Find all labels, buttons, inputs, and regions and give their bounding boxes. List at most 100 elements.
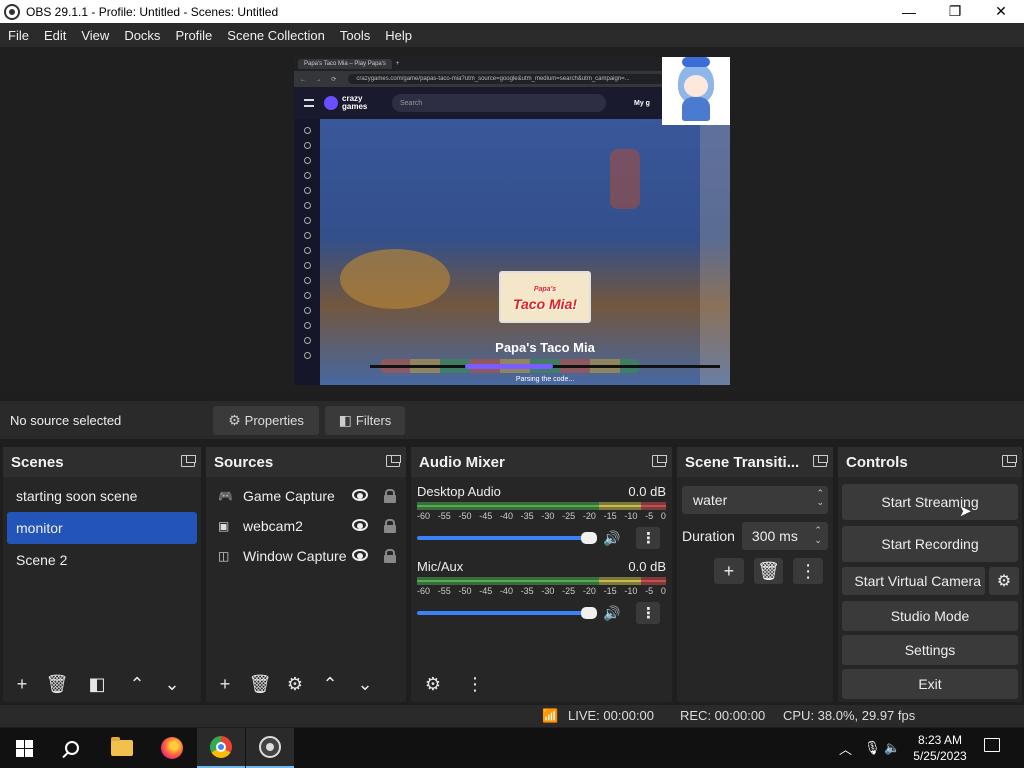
menu-docks[interactable]: Docks xyxy=(124,28,160,43)
controls-header: Controls xyxy=(838,447,1022,477)
menu-tools[interactable]: Tools xyxy=(340,28,370,43)
undock-icon[interactable] xyxy=(652,455,667,467)
source-item[interactable]: ▣ webcam2 xyxy=(206,511,406,541)
game-logo-small: Papa's xyxy=(533,286,557,293)
menu-bar: File Edit View Docks Profile Scene Colle… xyxy=(0,23,1024,47)
properties-button[interactable]: ⚙ Properties xyxy=(213,406,319,435)
scene-item-selected[interactable]: monitor xyxy=(7,512,197,544)
lock-icon[interactable] xyxy=(384,549,396,563)
menu-profile[interactable]: Profile xyxy=(175,28,212,43)
channel-menu-button[interactable]: ⋮ xyxy=(636,527,661,549)
volume-slider[interactable] xyxy=(417,532,597,544)
mouse-cursor-icon: ➤ xyxy=(959,503,972,520)
preview-browser-tab: Papa's Taco Mia – Play Papa's xyxy=(298,59,392,69)
eye-icon[interactable] xyxy=(352,489,368,501)
undock-icon[interactable] xyxy=(813,455,828,467)
move-up-button[interactable]: ⌃ xyxy=(121,670,153,698)
channel-menu-button[interactable]: ⋮ xyxy=(636,602,661,624)
scene-filters-button[interactable]: ◧ xyxy=(81,670,113,698)
transition-select[interactable]: water ⌃ ⌄ xyxy=(682,486,828,514)
microphone-icon[interactable]: 🎙 xyxy=(864,728,881,768)
remove-scene-button[interactable]: 🗑 xyxy=(41,670,73,698)
start-button[interactable] xyxy=(0,728,48,768)
tray-chevron-icon[interactable]: ︿ xyxy=(839,728,852,768)
start-streaming-button[interactable]: Start Streaming xyxy=(842,484,1018,520)
settings-button[interactable]: Settings xyxy=(842,635,1018,665)
controls-dock: Controls Start Streaming Start Recording… xyxy=(838,447,1022,702)
speaker-icon[interactable]: 🔊 xyxy=(603,530,620,547)
window-title: OBS 29.1.1 - Profile: Untitled - Scenes:… xyxy=(26,4,279,19)
game-title: Papa's Taco Mia xyxy=(495,340,595,355)
sources-header: Sources xyxy=(206,447,406,477)
meter-ticks: -60 -55 -50 -45 -40 -35 -30 -25 -20 -15 -10 -5 0 xyxy=(417,511,666,521)
undock-icon[interactable] xyxy=(386,455,401,467)
preview-area[interactable]: Papa's Taco Mia – Play Papa's + ← → ⟳ cra… xyxy=(0,47,1024,393)
studio-mode-button[interactable]: Studio Mode xyxy=(842,601,1018,631)
meter-ticks: -60 -55 -50 -45 -40 -35 -30 -25 -20 -15 -10 -5 0 xyxy=(417,586,666,596)
game-logo-card: Papa's Taco Mia! xyxy=(499,271,591,323)
volume-meter xyxy=(417,577,666,585)
add-source-button[interactable]: + xyxy=(209,670,241,698)
notification-icon[interactable] xyxy=(984,738,1000,752)
start-recording-button[interactable]: Start Recording xyxy=(842,526,1018,562)
menu-file[interactable]: File xyxy=(8,28,29,43)
program-preview[interactable]: Papa's Taco Mia – Play Papa's + ← → ⟳ cra… xyxy=(294,57,730,385)
undock-icon[interactable] xyxy=(181,455,196,467)
scene-item[interactable]: Scene 2 xyxy=(7,544,197,576)
undock-icon[interactable] xyxy=(1002,455,1017,467)
transition-menu-button[interactable]: ⋮ xyxy=(793,558,824,584)
sources-dock: Sources 🎮 Game Capture ▣ webcam2 ◫ Windo… xyxy=(206,447,406,702)
menu-edit[interactable]: Edit xyxy=(44,28,66,43)
source-properties-button[interactable]: ⚙ xyxy=(279,670,311,698)
obs-taskbar-button[interactable] xyxy=(246,728,294,768)
virtual-camera-settings-gear-icon[interactable]: ⚙ xyxy=(989,567,1019,595)
move-down-button[interactable]: ⌄ xyxy=(156,670,188,698)
menu-scene-collection[interactable]: Scene Collection xyxy=(227,28,325,43)
webcam-overlay xyxy=(662,57,730,125)
speaker-icon[interactable]: 🔊 xyxy=(603,605,620,622)
lock-icon[interactable] xyxy=(384,489,396,503)
firefox-icon xyxy=(161,737,183,759)
file-explorer-button[interactable] xyxy=(98,728,146,768)
source-item[interactable]: ◫ Window Capture xyxy=(206,541,406,571)
gamepad-icon: 🎮 xyxy=(218,489,233,503)
mixer-channel-desktop: Desktop Audio 0.0 dB -60 -55 -50 -45 -40 -35-… xyxy=(411,477,672,552)
remove-transition-button[interactable]: 🗑 xyxy=(753,558,784,584)
volume-slider[interactable] xyxy=(417,607,597,619)
firefox-button[interactable] xyxy=(148,728,196,768)
channel-level: 0.0 dB xyxy=(628,484,666,499)
move-down-button[interactable]: ⌄ xyxy=(349,670,381,698)
remove-source-button[interactable]: 🗑 xyxy=(244,670,276,698)
maximize-button[interactable]: ❐ xyxy=(932,0,978,23)
menu-help[interactable]: Help xyxy=(385,28,412,43)
exit-button[interactable]: Exit xyxy=(842,669,1018,699)
add-transition-button[interactable]: + xyxy=(714,558,744,584)
source-item[interactable]: 🎮 Game Capture xyxy=(206,481,406,511)
rec-timer: REC: 00:00:00 xyxy=(680,708,766,723)
clock[interactable]: 8:23 AM 5/25/2023 xyxy=(898,732,982,764)
start-virtual-camera-button[interactable]: Start Virtual Camera xyxy=(842,567,985,595)
add-scene-button[interactable]: + xyxy=(6,670,38,698)
mixer-menu-button[interactable]: ⋮ xyxy=(459,670,491,698)
search-button[interactable] xyxy=(48,728,96,768)
advanced-audio-gear-icon[interactable]: ⚙ xyxy=(417,670,449,698)
chrome-button[interactable] xyxy=(197,728,245,768)
duration-input[interactable]: 300 ms ⌃ ⌄ xyxy=(741,522,828,550)
source-toolbar: No source selected ⚙ Properties ◧ Filters xyxy=(0,401,1024,439)
eye-icon[interactable] xyxy=(352,549,368,561)
preview-search: Search xyxy=(392,94,606,112)
spinner-icon[interactable]: ⌃ ⌄ xyxy=(814,525,822,545)
search-icon xyxy=(65,741,79,755)
scene-item[interactable]: starting soon scene xyxy=(7,480,197,512)
preview-game-area: Papa's Taco Mia! Papa's Taco Mia Parsing … xyxy=(294,119,730,385)
menu-view[interactable]: View xyxy=(81,28,109,43)
close-button[interactable]: ✕ xyxy=(978,0,1024,23)
move-up-button[interactable]: ⌃ xyxy=(314,670,346,698)
filters-button[interactable]: ◧ Filters xyxy=(325,406,405,435)
lock-icon[interactable] xyxy=(384,519,396,533)
minimize-button[interactable]: — xyxy=(886,0,932,23)
eye-icon[interactable] xyxy=(352,519,368,531)
channel-name: Mic/Aux xyxy=(417,559,464,574)
updown-chevron-icon: ⌃ ⌄ xyxy=(816,488,824,507)
live-timer: LIVE: 00:00:00 xyxy=(568,708,655,723)
